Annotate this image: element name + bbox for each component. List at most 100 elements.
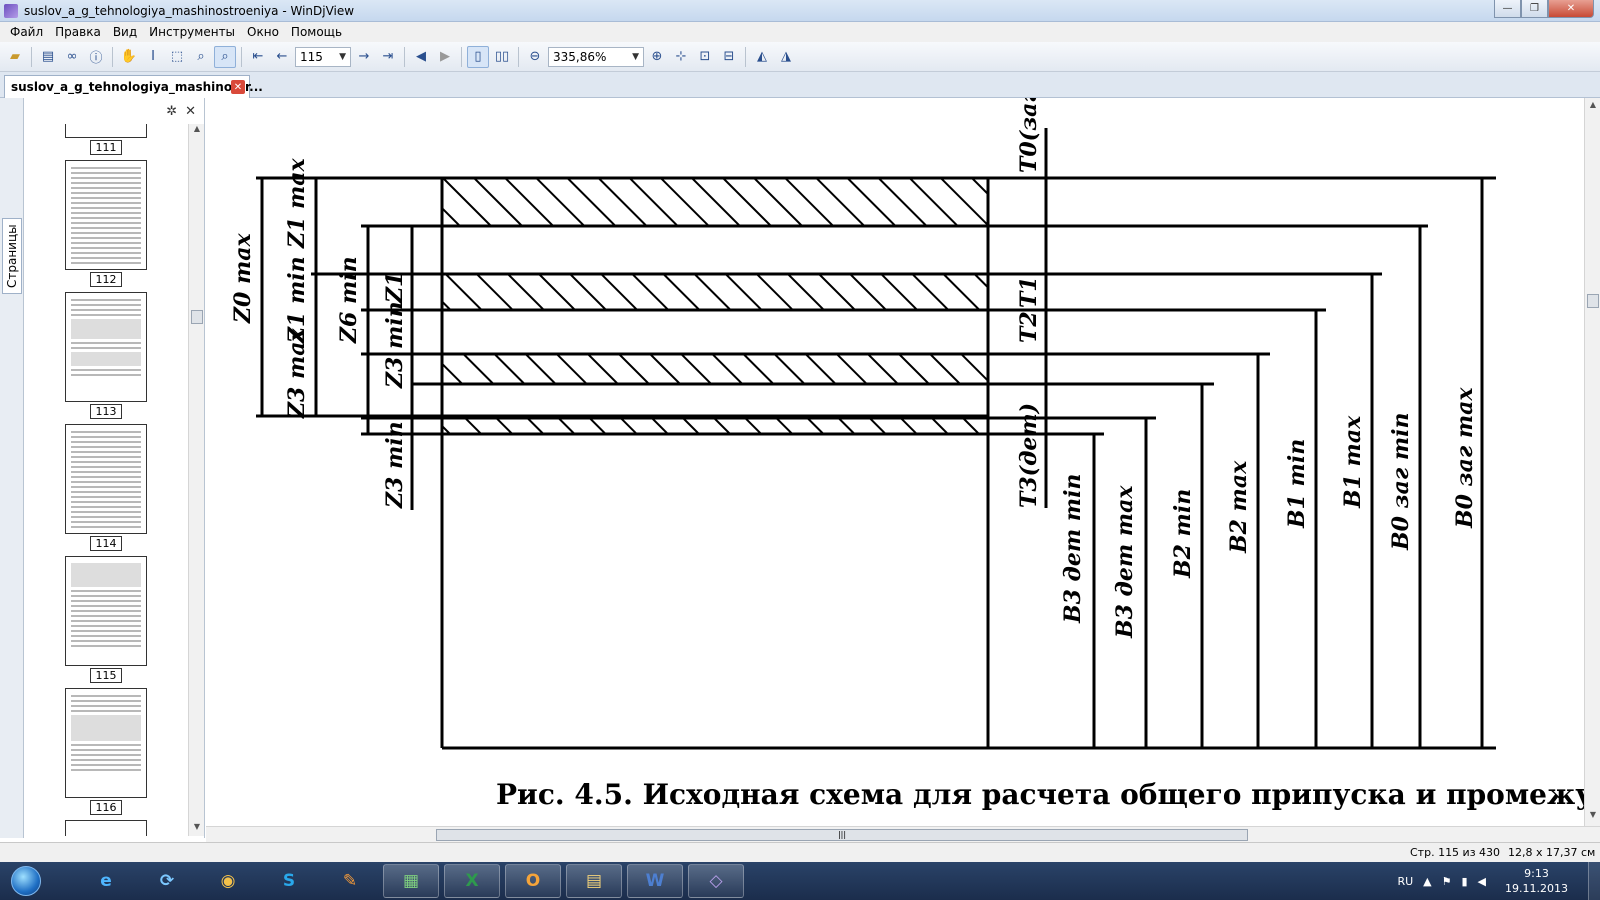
maximize-button[interactable]: ❐ <box>1521 0 1548 18</box>
thumbnail-number: 113 <box>90 404 122 419</box>
zoom-select[interactable]: 335,86% ▼ <box>548 46 644 67</box>
document-tab[interactable]: suslov_a_g_tehnologiya_mashinostr... ✕ <box>4 75 263 98</box>
forward-icon[interactable]: ▶ <box>434 46 456 68</box>
gear-icon[interactable]: ✲ <box>166 104 177 119</box>
menu-tools[interactable]: Инструменты <box>143 25 241 39</box>
text-select-icon[interactable]: I <box>142 46 164 68</box>
rotate-left-icon[interactable]: ◭ <box>751 46 773 68</box>
print-icon[interactable]: ▤ <box>37 46 59 68</box>
binoculars-icon[interactable]: ∞ <box>61 46 83 68</box>
scrollbar-thumb[interactable] <box>1587 294 1599 308</box>
network-icon[interactable]: ▮ <box>1461 875 1467 888</box>
toolbar-divider <box>112 46 113 67</box>
clock[interactable]: 9:13 19.11.2013 <box>1505 866 1568 896</box>
toolbar: ▰ ▤ ∞ ⓘ ✋ I ⬚ ⌕ ⌕ ⇤ ← 115 ▼ → ⇥ ◀ ▶ ▯ ▯▯… <box>0 42 1600 72</box>
zoom-out-icon[interactable]: ⊖ <box>524 46 546 68</box>
open-folder-icon[interactable]: ▰ <box>4 46 26 68</box>
menu-file[interactable]: Файл <box>4 25 49 39</box>
show-hidden-icons-icon[interactable]: ▲ <box>1423 875 1431 888</box>
internet-explorer-icon[interactable]: e <box>78 864 134 898</box>
horizontal-scrollbar[interactable]: ||| <box>206 826 1600 842</box>
label-b0-zag-max: B0 заг max <box>1452 387 1478 529</box>
label-t3: T3(дет) <box>1016 403 1042 508</box>
chrome-icon[interactable]: ◉ <box>200 864 256 898</box>
fit-page-icon[interactable]: ⊹ <box>670 46 692 68</box>
label-b2-min: B2 min <box>1170 489 1196 579</box>
scroll-up-icon[interactable]: ▲ <box>1585 100 1600 114</box>
next-page-icon[interactable]: → <box>353 46 375 68</box>
thumbnail-item[interactable] <box>65 820 147 836</box>
skype-icon[interactable]: S <box>261 864 317 898</box>
prev-page-icon[interactable]: ← <box>271 46 293 68</box>
label-z1-max: Z1 max <box>284 157 310 249</box>
thumbnail-item[interactable]: 115 <box>65 556 147 683</box>
excel-icon[interactable]: X <box>444 864 500 898</box>
thumbnail-number: 112 <box>90 272 122 287</box>
page-number-select[interactable]: 115 ▼ <box>295 46 351 67</box>
close-window-button[interactable]: ✕ <box>1548 0 1594 18</box>
sidebar-tab-strip: Страницы <box>0 98 24 838</box>
language-indicator[interactable]: RU <box>1397 875 1413 888</box>
two-page-icon[interactable]: ▯▯ <box>491 46 513 68</box>
pages-side-tab[interactable]: Страницы <box>2 218 22 294</box>
menu-window[interactable]: Окно <box>241 25 285 39</box>
thumbnail-page <box>65 556 147 666</box>
toolbar-divider <box>241 46 242 67</box>
document-viewer[interactable]: Z0 max Z1 max Z1 min Z3 max Z6 min Z1 Z3… <box>206 98 1600 826</box>
scroll-down-icon[interactable]: ▼ <box>189 822 205 836</box>
system-tray: RU ▲ ⚑ ▮ ◀ 9:13 19.11.2013 <box>1392 862 1600 900</box>
scrollbar-thumb[interactable]: ||| <box>436 829 1248 841</box>
word-icon[interactable]: W <box>627 864 683 898</box>
label-z1: Z1 <box>382 272 408 304</box>
paint-icon[interactable]: ✎ <box>322 864 378 898</box>
thumbnail-item[interactable]: 112 <box>65 160 147 287</box>
thumbnail-scrollbar[interactable]: ▲ ▼ <box>188 124 204 836</box>
thumbnail-number: 111 <box>90 140 122 155</box>
thumbnail-item[interactable]: 113 <box>65 292 147 419</box>
menu-view[interactable]: Вид <box>107 25 143 39</box>
technical-drawing: Z0 max Z1 max Z1 min Z3 max Z6 min Z1 Z3… <box>230 98 1496 750</box>
viewer-scrollbar[interactable]: ▲ ▼ <box>1584 98 1600 826</box>
label-z3-min-bottom: Z3 min <box>382 421 408 509</box>
scroll-up-icon[interactable]: ▲ <box>189 124 205 138</box>
scrollbar-thumb[interactable] <box>191 310 203 324</box>
zoom-rect-icon[interactable]: ⌕ <box>214 45 236 68</box>
thumbnail-list: 111 112 113 114 115 116 <box>25 124 189 836</box>
thumbnail-item[interactable]: 114 <box>65 424 147 551</box>
calculator-icon[interactable]: ▦ <box>383 864 439 898</box>
thumbnail-item[interactable]: 116 <box>65 688 147 815</box>
actual-size-icon[interactable]: ⊟ <box>718 46 740 68</box>
minimize-button[interactable]: — <box>1494 0 1521 18</box>
show-desktop-button[interactable] <box>1588 862 1600 900</box>
windows-logo-icon <box>11 866 41 896</box>
close-tab-icon[interactable]: ✕ <box>231 80 245 94</box>
hand-tool-icon[interactable]: ✋ <box>118 46 140 68</box>
fit-width-icon[interactable]: ⊡ <box>694 46 716 68</box>
thumbnail-item[interactable]: 111 <box>65 124 147 155</box>
magnify-icon[interactable]: ⌕ <box>190 46 212 68</box>
outlook-icon[interactable]: O <box>505 864 561 898</box>
rect-select-icon[interactable]: ⬚ <box>166 46 188 68</box>
rotate-right-icon[interactable]: ◮ <box>775 46 797 68</box>
volume-icon[interactable]: ◀ <box>1478 875 1486 888</box>
menu-edit[interactable]: Правка <box>49 25 107 39</box>
thumbnail-page <box>65 160 147 270</box>
start-button[interactable] <box>4 863 48 899</box>
label-t2: T2 <box>1016 311 1042 343</box>
back-icon[interactable]: ◀ <box>410 46 432 68</box>
teamviewer-icon[interactable]: ⟳ <box>139 864 195 898</box>
scroll-down-icon[interactable]: ▼ <box>1585 810 1600 824</box>
action-center-icon[interactable]: ⚑ <box>1442 875 1452 888</box>
label-b1-max: B1 max <box>1340 415 1366 509</box>
close-panel-icon[interactable]: ✕ <box>185 104 196 119</box>
menu-help[interactable]: Помощь <box>285 25 348 39</box>
explorer-icon[interactable]: ▤ <box>566 864 622 898</box>
first-page-icon[interactable]: ⇤ <box>247 46 269 68</box>
last-page-icon[interactable]: ⇥ <box>377 46 399 68</box>
info-icon[interactable]: ⓘ <box>85 46 107 68</box>
single-page-icon[interactable]: ▯ <box>467 45 489 68</box>
thumbnails-panel: ✲ ✕ 111 112 113 114 115 116 ▲ ▼ <box>25 98 205 838</box>
label-b2-max: B2 max <box>1226 460 1252 554</box>
zoom-in-icon[interactable]: ⊕ <box>646 46 668 68</box>
windjview-icon[interactable]: ◇ <box>688 864 744 898</box>
